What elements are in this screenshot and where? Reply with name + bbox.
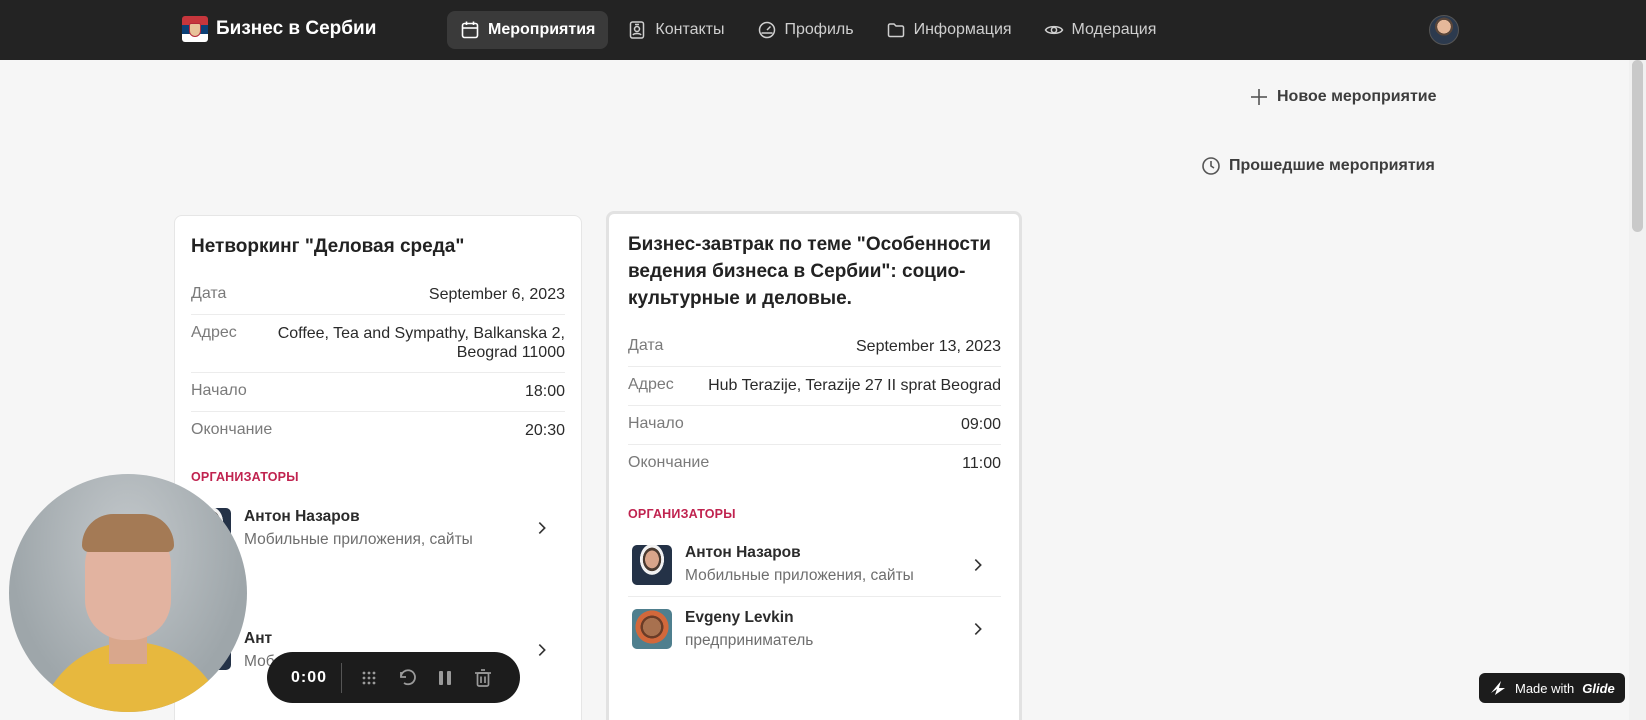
scrollbar-thumb[interactable] xyxy=(1632,60,1643,232)
gauge-icon xyxy=(758,21,775,39)
calendar-icon xyxy=(461,21,479,39)
made-with-glide-badge[interactable]: Made with Glide xyxy=(1479,673,1625,703)
clock-icon xyxy=(1202,157,1220,175)
detail-row-end: Окончание 20:30 xyxy=(191,412,565,450)
drag-handle-icon[interactable] xyxy=(358,667,380,689)
brand[interactable]: Бизнес в Сербии xyxy=(182,16,376,42)
person-name: Ант xyxy=(244,629,273,647)
detail-value: 18:00 xyxy=(524,383,565,400)
organizer-item[interactable]: Антон Назаров Мобильные приложения, сайт… xyxy=(628,533,1001,597)
organizer-name: Антон Назаров xyxy=(685,544,801,561)
organizer-role: предприниматель xyxy=(685,631,814,649)
glide-logo-icon xyxy=(1491,681,1505,695)
detail-value: 11:00 xyxy=(962,455,1001,472)
address-line-2: Beograd 11000 xyxy=(456,344,565,361)
nav-label: Мероприятия xyxy=(488,21,596,38)
chevron-right-icon xyxy=(974,558,982,571)
pause-icon[interactable] xyxy=(434,667,456,689)
detail-row-address: Адрес Coffee, Tea and Sympathy, Balkansk… xyxy=(191,315,565,373)
detail-label: Адрес xyxy=(191,324,237,341)
nav-item-profile[interactable]: Профиль xyxy=(744,11,867,49)
detail-value: September 6, 2023 xyxy=(428,286,565,303)
address-line-1: Coffee, Tea and Sympathy, Balkanska 2, xyxy=(277,325,565,342)
detail-row-date: Дата September 13, 2023 xyxy=(628,328,1001,367)
page-scrollbar[interactable] xyxy=(1629,60,1646,720)
trash-icon[interactable] xyxy=(472,667,494,689)
detail-value: Coffee, Tea and Sympathy, Balkanska 2, B… xyxy=(278,324,565,362)
second-section-heading: РЫ xyxy=(191,592,565,606)
brand-title: Бизнес в Сербии xyxy=(216,18,377,39)
user-avatar[interactable] xyxy=(1429,15,1459,45)
top-navigation-bar: Бизнес в Сербии Мероприятия Контакты Про… xyxy=(0,0,1646,60)
organizer-item[interactable]: Антон Назаров Мобильные приложения, сайт… xyxy=(191,496,565,560)
new-event-button[interactable]: Новое мероприятие xyxy=(1249,87,1437,107)
recording-timer: 0:00 xyxy=(291,662,343,693)
detail-label: Дата xyxy=(628,337,664,354)
nav-item-moderation[interactable]: Модерация xyxy=(1031,11,1170,49)
detail-label: Окончание xyxy=(628,454,710,471)
event-card[interactable]: Бизнес-завтрак по теме "Особенности веде… xyxy=(606,211,1022,720)
nav-label: Модерация xyxy=(1071,21,1157,38)
chevron-right-icon xyxy=(974,623,982,635)
detail-value: 20:30 xyxy=(524,422,565,439)
nav-item-information[interactable]: Информация xyxy=(873,11,1025,49)
nav-item-events[interactable]: Мероприятия xyxy=(447,11,609,49)
detail-row-end: Окончание 11:00 xyxy=(628,445,1001,483)
detail-label: Начало xyxy=(628,415,684,432)
organizer-role: Мобильные приложения, сайты xyxy=(244,530,473,548)
organizer-photo xyxy=(632,544,672,585)
chevron-right-icon xyxy=(538,644,546,656)
plus-icon xyxy=(1251,89,1267,105)
nav-label: Информация xyxy=(913,21,1012,38)
detail-label: Начало xyxy=(191,382,247,399)
organizer-photo xyxy=(632,609,672,649)
recording-controls: 0:00 xyxy=(267,652,520,703)
detail-label: Окончание xyxy=(191,421,273,438)
detail-row-start: Начало 18:00 xyxy=(191,373,565,412)
detail-value: 09:00 xyxy=(960,416,1001,433)
detail-row-start: Начало 09:00 xyxy=(628,406,1001,445)
past-events-label: Прошедшие мероприятия xyxy=(1229,157,1435,174)
event-details: Дата September 6, 2023 Адрес Coffee, Tea… xyxy=(191,276,565,450)
event-details: Дата September 13, 2023 Адрес Hub Terazi… xyxy=(628,328,1001,483)
organizers-list: Антон Назаров Мобильные приложения, сайт… xyxy=(191,496,565,560)
webcam-bubble[interactable] xyxy=(9,474,247,712)
organizers-heading: ОРГАНИЗАТОРЫ xyxy=(191,470,299,484)
detail-label: Дата xyxy=(191,285,227,302)
organizer-role: Мобильные приложения, сайты xyxy=(685,567,914,584)
event-title: Нетворкинг "Деловая среда" xyxy=(191,236,465,257)
nav-label: Контакты xyxy=(655,21,725,38)
detail-label: Адрес xyxy=(628,376,674,393)
past-events-button[interactable]: Прошедшие мероприятия xyxy=(1201,156,1435,176)
badge-brand: Glide xyxy=(1582,680,1615,696)
eye-icon xyxy=(1044,25,1063,35)
organizer-name: Evgeny Levkin xyxy=(685,608,794,626)
detail-value: September 13, 2023 xyxy=(856,338,1001,355)
detail-value: Hub Terazije, Terazije 27 II sprat Beogr… xyxy=(708,377,1001,394)
organizer-item[interactable]: Evgeny Levkin предприниматель xyxy=(628,597,1001,661)
organizer-name: Антон Назаров xyxy=(244,507,360,525)
new-event-label: Новое мероприятие xyxy=(1277,88,1437,105)
event-title: Бизнес-завтрак по теме "Особенности веде… xyxy=(628,234,991,309)
detail-row-date: Дата September 6, 2023 xyxy=(191,276,565,315)
folder-icon xyxy=(887,23,904,38)
organizers-list: Антон Назаров Мобильные приложения, сайт… xyxy=(628,533,1001,661)
badge-prefix: Made with xyxy=(1515,680,1575,696)
organizers-heading: ОРГАНИЗАТОРЫ xyxy=(628,507,736,521)
main-nav: Мероприятия Контакты Профиль Информация … xyxy=(447,11,1169,49)
contact-card-icon xyxy=(630,21,645,39)
nav-item-contacts[interactable]: Контакты xyxy=(614,11,737,49)
detail-row-address: Адрес Hub Terazije, Terazije 27 II sprat… xyxy=(628,367,1001,406)
chevron-right-icon xyxy=(538,522,546,534)
nav-label: Профиль xyxy=(784,21,854,38)
undo-icon[interactable] xyxy=(396,667,418,689)
serbian-flag-logo xyxy=(182,16,208,42)
